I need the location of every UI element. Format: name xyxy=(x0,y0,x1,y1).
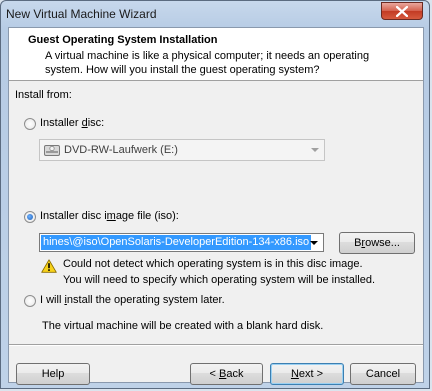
disc-drive-select[interactable]: DVD-RW-Laufwerk (E:) xyxy=(39,139,325,161)
iso-path-value: hines\@iso\OpenSolaris-DeveloperEdition-… xyxy=(41,235,312,250)
installer-iso-radio[interactable] xyxy=(24,211,36,223)
install-later-label[interactable]: I will install the operating system late… xyxy=(40,294,225,306)
wizard-header: Guest Operating System Installation A vi… xyxy=(9,28,423,81)
browse-button[interactable]: Browse... xyxy=(339,232,415,254)
chevron-down-icon[interactable] xyxy=(310,241,318,245)
window-title: New Virtual Machine Wizard xyxy=(6,7,157,21)
footer-divider xyxy=(9,344,423,346)
disc-drive-value: DVD-RW-Laufwerk (E:) xyxy=(64,144,178,156)
header-description: A virtual machine is like a physical com… xyxy=(45,50,370,76)
install-later-note: The virtual machine will be created with… xyxy=(42,320,324,332)
title-bar[interactable]: New Virtual Machine Wizard xyxy=(1,1,429,25)
cancel-button[interactable]: Cancel xyxy=(350,363,416,385)
warning-line-2: You will need to specify which operating… xyxy=(63,274,376,286)
help-button[interactable]: Help xyxy=(16,363,90,385)
header-title: Guest Operating System Installation xyxy=(28,34,218,46)
close-button[interactable] xyxy=(381,2,423,20)
dvd-drive-icon xyxy=(44,145,60,156)
iso-path-input[interactable]: hines\@iso\OpenSolaris-DeveloperEdition-… xyxy=(39,233,324,252)
install-later-radio[interactable] xyxy=(24,295,36,307)
wizard-body: Guest Operating System Installation A vi… xyxy=(8,27,424,385)
chevron-down-icon xyxy=(311,148,319,152)
next-button[interactable]: Next > xyxy=(270,363,344,385)
wizard-window: New Virtual Machine Wizard Guest Operati… xyxy=(0,0,430,389)
installer-iso-label[interactable]: Installer disc image file (iso): xyxy=(40,210,179,222)
installer-disc-label[interactable]: Installer disc: xyxy=(40,117,104,129)
close-icon xyxy=(396,5,408,17)
warning-icon xyxy=(41,259,57,273)
install-from-label: Install from: xyxy=(15,89,72,101)
warning-line-1: Could not detect which operating system … xyxy=(63,258,363,270)
installer-disc-radio[interactable] xyxy=(24,118,36,130)
back-button[interactable]: < Back xyxy=(190,363,263,385)
